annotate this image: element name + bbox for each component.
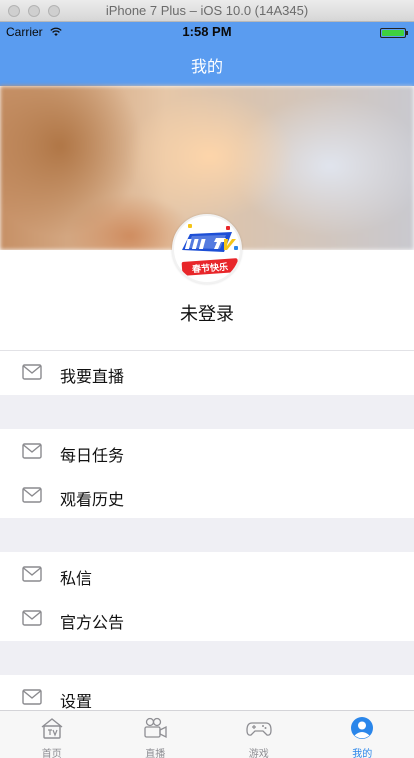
simulator-titlebar: iPhone 7 Plus – iOS 10.0 (14A345): [0, 0, 414, 22]
mail-icon: [22, 566, 42, 582]
app-logo-icon: [182, 232, 236, 252]
tab-label: 直播: [145, 749, 166, 758]
menu-item-label: 观看历史: [60, 490, 125, 509]
mail-icon: [22, 364, 42, 380]
avatar[interactable]: 春节快乐: [172, 214, 242, 284]
page-title: 我的: [190, 57, 223, 76]
mail-icon: [22, 487, 42, 503]
menu-item-label: 官方公告: [60, 613, 125, 632]
tab-label: 游戏: [248, 749, 269, 758]
tab-home[interactable]: 首页: [0, 711, 104, 758]
mail-icon: [22, 610, 42, 626]
gamepad-icon: [246, 722, 272, 736]
menu-item-go-live[interactable]: 我要直播: [0, 351, 414, 395]
holiday-ribbon: 春节快乐: [181, 258, 239, 276]
window-title: iPhone 7 Plus – iOS 10.0 (14A345): [105, 3, 309, 18]
ribbon-text: 春节快乐: [191, 262, 229, 276]
section-gap: [0, 641, 414, 675]
menu-item-messages[interactable]: 私信: [0, 553, 414, 597]
tab-label: 首页: [41, 749, 62, 758]
menu-item-announcements[interactable]: 官方公告: [0, 597, 414, 641]
login-status-label[interactable]: 未登录: [0, 300, 414, 326]
user-icon: [351, 717, 374, 739]
mail-icon: [22, 689, 42, 705]
section-gap: [0, 518, 414, 552]
navigation-bar: 我的: [0, 42, 414, 86]
status-bar: Carrier 1:58 PM: [0, 22, 414, 42]
camera-icon: [144, 717, 167, 739]
tab-label: 我的: [352, 749, 373, 758]
battery-icon: [380, 28, 408, 38]
tab-live[interactable]: 直播: [104, 711, 208, 758]
tab-bar: 首页 直播 游戏 我的: [0, 710, 414, 758]
section-gap: [0, 395, 414, 429]
menu-item-label: 设置: [60, 692, 93, 711]
tv-home-icon: [41, 718, 63, 739]
status-time: 1:58 PM: [182, 24, 232, 39]
menu-item-label: 每日任务: [60, 446, 125, 465]
mail-icon: [22, 443, 42, 459]
confetti-decoration: [188, 224, 192, 228]
menu-item-label: 我要直播: [60, 367, 125, 386]
menu-item-label: 私信: [60, 569, 93, 588]
menu-item-daily-tasks[interactable]: 每日任务: [0, 430, 414, 474]
tab-games[interactable]: 游戏: [207, 711, 311, 758]
tab-me[interactable]: 我的: [311, 711, 414, 758]
menu-item-watch-history[interactable]: 观看历史: [0, 474, 414, 518]
